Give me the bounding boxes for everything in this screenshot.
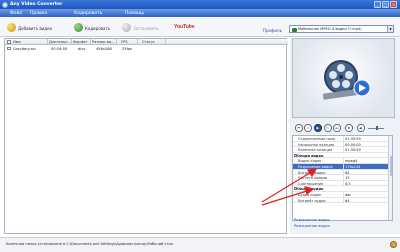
scrollbar-thumb[interactable]	[389, 156, 392, 176]
property-value[interactable]: 01:30:59	[345, 148, 361, 152]
play-icon[interactable]: ▶	[314, 124, 322, 132]
cell-fps: 25fps	[122, 46, 132, 51]
property-value[interactable]: 00:00:00	[345, 143, 361, 147]
encode-button[interactable]: Кодировать	[85, 26, 110, 31]
menu-encode[interactable]: Кодировать	[74, 11, 102, 16]
window-title: Any Video Converter	[10, 2, 63, 7]
title-bar: Any Video Converter _ □ ×	[0, 0, 400, 9]
menu-bar: Файл Правка Кодировать Помощь	[0, 9, 400, 17]
property-label: Видео кодек	[298, 159, 322, 164]
column-format[interactable]: Формат	[73, 40, 88, 44]
property-label: Частота кадров	[298, 176, 328, 181]
property-label: Конечная позиция	[298, 148, 333, 153]
property-label: Опции аудио	[297, 187, 324, 192]
profile-value: Мобильник MPEG-4 видео (*.mp4)	[298, 27, 362, 31]
menu-edit[interactable]: Правка	[30, 11, 47, 16]
add-video-button[interactable]: Добавить видео	[18, 26, 52, 31]
youtube-button[interactable]: YouTube	[174, 24, 195, 30]
property-label: Соотношение	[298, 181, 324, 186]
minimize-button[interactable]: _	[374, 1, 381, 8]
step-forward-icon[interactable]: ▷	[324, 124, 332, 132]
column-status[interactable]: Статус	[142, 40, 155, 44]
stop-playback-icon[interactable]: ⏹	[345, 124, 353, 132]
property-label: Битрейт видео	[298, 170, 326, 175]
property-row[interactable]: Битрейт аудио 64	[293, 197, 390, 204]
column-video-size[interactable]: Размер ви...	[92, 40, 115, 44]
property-label: Аудио кодек	[298, 193, 322, 197]
file-list-header: Имя Длительн... Формат Размер ви... FPS …	[5, 39, 288, 45]
property-value[interactable]: 4:3	[345, 182, 351, 186]
property-label: Битрейт аудио	[298, 198, 326, 203]
mobile-icon	[291, 27, 297, 32]
cell-name: Gravitery.avi	[13, 46, 36, 51]
properties-scrollbar[interactable]	[388, 136, 392, 220]
right-pane: ⏮ ◁ ▶ ▷ ⏭ ⏹ ◀) Ограниченные поля 01:30:59…	[290, 38, 400, 234]
column-fps[interactable]: FPS	[121, 40, 128, 44]
skip-forward-icon[interactable]: ⏭	[333, 124, 341, 132]
step-back-icon[interactable]: ◁	[304, 124, 312, 132]
property-value[interactable]: 64	[345, 199, 349, 203]
player-controls: ⏮ ◁ ▶ ▷ ⏭ ⏹ ◀)	[290, 124, 396, 134]
status-bar: Конечная папка установлена в C:\Document…	[0, 237, 400, 252]
property-label: Опции видео	[297, 153, 324, 158]
property-value[interactable]: 64	[345, 171, 349, 175]
volume-knob[interactable]	[376, 126, 378, 130]
profile-label: Профиль	[263, 28, 282, 33]
menu-file[interactable]: Файл	[10, 11, 22, 16]
status-text: Конечная папка установлена в C:\Document…	[6, 242, 173, 246]
skip-back-icon[interactable]: ⏮	[295, 124, 303, 132]
film-reel-icon	[322, 60, 371, 100]
add-video-icon[interactable]	[7, 23, 16, 32]
cell-duration: 00:16:50	[51, 46, 68, 51]
property-description-title: Разрешение видео	[294, 218, 330, 222]
chevron-down-icon[interactable]: ▼	[387, 26, 393, 32]
property-value[interactable]: 176x144	[345, 165, 360, 169]
select-all-checkbox[interactable]	[7, 40, 11, 44]
property-value[interactable]: mpeg4	[345, 159, 357, 163]
property-value[interactable]: 01:30:59	[345, 137, 361, 141]
cell-format: divx	[78, 46, 86, 51]
stop-icon[interactable]	[122, 23, 131, 32]
maximize-button[interactable]: □	[382, 1, 389, 8]
volume-slider[interactable]	[368, 126, 384, 130]
property-description-text: Разрешение видео	[294, 224, 330, 228]
property-label: Разрешение видео	[298, 165, 333, 169]
cell-size: 496x288	[96, 46, 112, 51]
row-checkbox[interactable]	[7, 46, 11, 50]
gear-icon[interactable]	[390, 241, 397, 248]
property-value[interactable]: 15	[345, 176, 349, 180]
file-list[interactable]: Имя Длительн... Формат Размер ви... FPS …	[4, 38, 288, 234]
app-icon	[2, 1, 8, 8]
column-name[interactable]: Имя	[13, 40, 21, 44]
column-duration[interactable]: Длительн...	[49, 40, 71, 44]
property-label: Ограниченные поля	[298, 137, 336, 141]
encode-icon[interactable]	[74, 23, 83, 32]
profile-select[interactable]: Мобильник MPEG-4 видео (*.mp4) ▼	[289, 25, 394, 33]
properties-grid[interactable]: Ограниченные поля 01:30:59 Начальная позиц…	[292, 135, 393, 221]
close-button[interactable]: ×	[390, 1, 397, 8]
video-preview	[292, 38, 395, 118]
menu-help[interactable]: Помощь	[125, 11, 144, 16]
property-label: Начальная позиция	[298, 142, 335, 147]
volume-icon[interactable]: ◀)	[357, 124, 365, 132]
property-value[interactable]: aac	[345, 193, 351, 197]
stop-button[interactable]: Остановить	[134, 26, 159, 31]
